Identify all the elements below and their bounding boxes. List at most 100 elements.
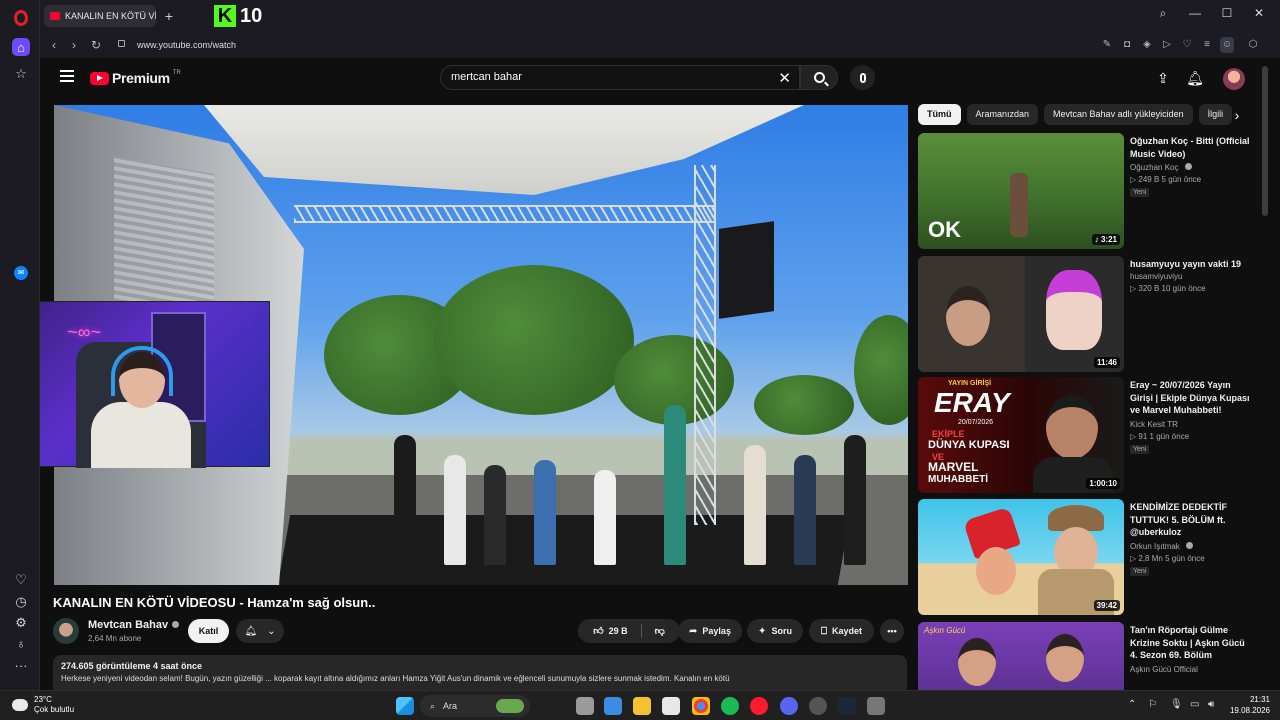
history-icon[interactable]: ◷ [12,592,30,610]
recommendation-item[interactable]: OK ♪ 3:21 Oğuzhan Koç - Bitti (Official … [918,133,1258,251]
tab-title: KANALIN EN KÖTÜ VİDEO [65,11,156,21]
spotify-icon[interactable] [721,697,739,715]
rec-channel[interactable]: husamviyuviyu [1130,272,1182,281]
more-actions-button[interactable]: ••• [880,619,904,643]
video-thumbnail[interactable]: OK ♪ 3:21 [918,133,1124,249]
settings-icon[interactable]: ⚙ [12,613,30,631]
maximize-button[interactable]: ☐ [1220,6,1234,21]
app-icon[interactable] [867,697,885,715]
reload-button[interactable]: ↻ [88,37,104,53]
camera-icon[interactable]: ◘ [1120,37,1134,53]
vpn-icon[interactable]: ◈ [1140,37,1154,53]
more-icon[interactable]: ··· [12,656,30,674]
rec-channel[interactable]: Oğuzhan Koç [1130,163,1192,172]
hamburger-menu-icon[interactable] [60,70,74,82]
tab-youtube[interactable]: KANALIN EN KÖTÜ VİDEO [44,5,156,27]
thumb-line: MARVEL [928,460,979,474]
account-avatar[interactable] [1223,68,1245,90]
windows-start-icon[interactable] [396,697,414,715]
tray-chevron-icon[interactable]: ⌃ [1128,699,1136,710]
rec-channel[interactable]: Kick Kesit TR [1130,420,1178,429]
search-input[interactable]: mertcan bahar [451,71,522,83]
video-thumbnail[interactable]: 11:46 [918,256,1124,372]
list-icon[interactable]: ≡ [1200,37,1214,53]
clear-search-icon[interactable]: ✕ [778,69,791,87]
opera-taskbar-icon[interactable] [750,697,768,715]
star-icon[interactable]: ☆ [12,64,30,82]
recommendation-item[interactable]: 11:46 husamyuyu yayın vakti 19 husamviyu… [918,256,1258,374]
forward-button[interactable]: › [66,37,82,53]
edit-icon[interactable]: ✎ [1100,37,1114,53]
video-thumbnail[interactable]: Aşkın Gücü [918,622,1124,690]
rec-title[interactable]: KENDİMİZE DEDEKTİF TUTTUK! 5. BÖLÜM ft. … [1130,501,1254,539]
rec-title[interactable]: Oğuzhan Koç - Bitti (Official Music Vide… [1130,135,1254,160]
back-button[interactable]: ‹ [46,37,62,53]
video-thumbnail[interactable]: YAYIN GİRİŞİ ERAY 20/07/2026 EKİPLE DÜNY… [918,377,1124,493]
extensions-icon[interactable]: ⬡ [1246,37,1260,53]
steam-icon[interactable] [838,697,856,715]
rec-channel[interactable]: Aşkın Gücü Official [1130,665,1198,674]
messenger-icon[interactable]: ✉ [14,266,28,280]
url-field[interactable]: www.youtube.com/watch [137,37,236,53]
favorite-icon[interactable]: ♡ [1180,37,1194,53]
weather-widget[interactable]: 23°C Çok bulutlu [12,695,74,715]
dislike-icon[interactable]: 👎︎ [655,625,665,637]
heart-icon[interactable]: ♡ [12,570,30,588]
discord-icon[interactable] [780,697,798,715]
network-icon[interactable]: ▭ [1190,699,1199,710]
channel-name[interactable]: Mevtcan Bahav [88,619,180,631]
search-button[interactable] [800,65,838,90]
voice-search-button[interactable] [850,65,875,90]
like-count[interactable]: 29 B [609,626,628,636]
chip-from-uploader[interactable]: Mevtcan Bahav adlı yükleyiciden [1044,104,1193,125]
upload-icon[interactable]: ⇪ [1154,69,1172,87]
save-label: Kaydet [831,626,862,636]
mic-tray-icon[interactable]: 🎙︎ [1170,699,1183,710]
video-thumbnail[interactable]: 39:42 [918,499,1124,615]
recommendation-item[interactable]: Aşkın Gücü Tan'ın Röportajı Gülme Krizin… [918,622,1258,690]
share-button[interactable]: ➦ Paylaş [678,619,742,643]
new-tab-button[interactable]: + [162,9,176,23]
browser-tabbar: KANALIN EN KÖTÜ VİDEO + K 10 ⌕ — ☐ ✕ [40,0,1280,32]
description-box[interactable]: 274.605 görüntüleme 4 saat önce Herkese … [53,655,907,690]
like-icon[interactable]: 👍︎ [593,625,603,637]
opera-logo-icon[interactable] [14,10,28,26]
chevron-right-icon[interactable]: › [1228,106,1246,124]
home-icon[interactable]: ⌂ [12,38,30,56]
clock[interactable]: 21:31 19.08.2026 [1230,694,1270,716]
rec-title[interactable]: husamyuyu yayın vakti 19 [1130,258,1254,271]
recommendation-item[interactable]: YAYIN GİRİŞİ ERAY 20/07/2026 EKİPLE DÜNY… [918,377,1258,495]
youtube-logo[interactable]: Premium TR [90,70,181,86]
rec-title[interactable]: Tan'ın Röportajı Gülme Krizine Soktu | A… [1130,624,1254,662]
logo-text: Premium [112,70,170,86]
lightbulb-icon[interactable]: ♁ [12,634,30,652]
rec-channel[interactable]: Orkun Işıtmak [1130,542,1194,551]
channel-avatar[interactable] [53,618,79,644]
save-button[interactable]: ⎕ Kaydet [809,619,874,643]
join-button[interactable]: Katıl [188,619,229,643]
subscribed-bell-button[interactable]: 🔔︎ ⌄ [236,619,284,643]
play-icon[interactable]: ▷ [1160,37,1174,53]
widgets-icon[interactable] [604,697,622,715]
close-window-button[interactable]: ✕ [1252,6,1266,21]
rec-title[interactable]: Eray ~ 20/07/2026 Yayın Girişi | Ekiple … [1130,379,1254,417]
ask-button[interactable]: ✦ Soru [747,619,803,643]
notifications-bell-icon[interactable]: 🔔︎ [1186,69,1204,87]
volume-icon[interactable]: 🔊︎ [1208,699,1214,710]
channel-name-text[interactable]: Mevtcan Bahav [88,619,168,631]
store-icon[interactable] [662,697,680,715]
chip-all[interactable]: Tümü [918,104,961,125]
tray-icon[interactable]: ⚐ [1148,699,1157,710]
app-icon[interactable] [809,697,827,715]
search-box[interactable]: mertcan bahar ✕ [440,65,800,90]
minimize-button[interactable]: — [1188,6,1202,21]
chip-from-search[interactable]: Aramanızdan [966,104,1039,125]
taskbar-search[interactable]: ⌕ Ara [420,695,530,717]
profile-icon[interactable]: ☺ [1220,37,1234,53]
recommendation-item[interactable]: 39:42 KENDİMİZE DEDEKTİF TUTTUK! 5. BÖLÜ… [918,499,1258,617]
file-explorer-icon[interactable] [633,697,651,715]
task-view-icon[interactable] [576,697,594,715]
search-tabs-icon[interactable]: ⌕ [1156,6,1170,21]
scrollbar[interactable] [1262,66,1268,216]
chrome-icon[interactable] [692,697,710,715]
